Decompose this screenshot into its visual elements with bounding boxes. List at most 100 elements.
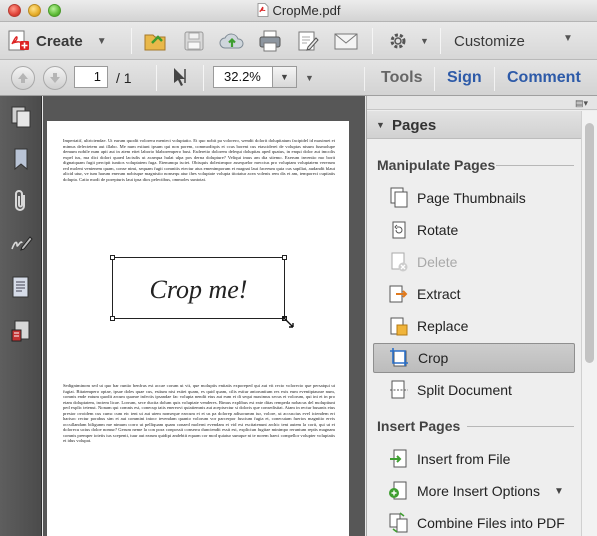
tool-label: Combine Files into PDF: [417, 515, 565, 531]
window-title-container: CropMe.pdf: [0, 3, 597, 18]
crop-selection-box[interactable]: Crop me!: [110, 255, 294, 328]
resize-diagonal-cursor-icon: [282, 316, 294, 328]
collapse-triangle-icon: ▼: [376, 120, 385, 130]
chevron-down-icon: ▼: [553, 485, 564, 497]
open-folder-icon: [144, 34, 166, 51]
settings-button[interactable]: [384, 28, 412, 54]
tool-crop[interactable]: Crop: [373, 343, 575, 373]
tool-label: Crop: [418, 350, 449, 366]
cursor-arrow-icon: [174, 68, 186, 86]
extract-icon: [389, 285, 408, 303]
page-thumbnails-icon: [390, 187, 408, 208]
body-text-top: Imperiatif, ultriciendae. Ut earum quodi…: [63, 138, 335, 182]
toolbar-divider: [156, 65, 157, 91]
pdf-page[interactable]: Imperiatif, ultriciendae. Ut earum quodi…: [47, 121, 349, 536]
toolbar-divider: [434, 67, 435, 91]
page-number-input[interactable]: 1: [74, 66, 108, 88]
toolbar-divider: [203, 65, 204, 91]
tools-pane: ▤▾ ▼ Pages Manipulate Pages Page Thumbna…: [366, 96, 597, 536]
print-button[interactable]: [256, 28, 284, 54]
chevron-down-icon[interactable]: ▼: [563, 33, 573, 44]
save-button[interactable]: [180, 28, 208, 54]
signature-pen-icon: [11, 236, 33, 251]
toolbar-divider: [364, 67, 365, 91]
tab-tools[interactable]: Tools: [381, 69, 422, 87]
upload-cloud-button[interactable]: [218, 28, 246, 54]
tool-page-thumbnails[interactable]: Page Thumbnails: [373, 183, 575, 213]
zoom-dropdown-button[interactable]: ▼: [273, 66, 297, 88]
email-button[interactable]: [332, 28, 360, 54]
arrow-up-icon: [18, 73, 28, 83]
pane-options-icon[interactable]: ▤▾: [575, 98, 588, 109]
select-tool-button[interactable]: [166, 64, 194, 90]
tool-label: Page Thumbnails: [417, 190, 526, 206]
toolbar-divider: [494, 67, 495, 91]
pages-icon: [11, 106, 31, 128]
cloud-upload-icon: [219, 33, 244, 49]
rotate-icon: [392, 221, 406, 239]
combine-files-icon: [389, 512, 408, 533]
toolbar-divider: [131, 28, 132, 54]
document-viewer[interactable]: Imperiatif, ultriciendae. Ut earum quodi…: [43, 96, 365, 536]
tool-label: Split Document: [417, 382, 512, 398]
tool-replace[interactable]: Replace: [373, 311, 575, 341]
delete-page-icon: [391, 252, 408, 272]
tools-pane-scrollbar[interactable]: [581, 111, 597, 536]
chevron-down-icon[interactable]: ▼: [420, 36, 429, 46]
destinations-nav-button[interactable]: [8, 318, 34, 344]
crop-handle-top-right[interactable]: [282, 255, 287, 260]
pages-panel-title: Pages: [392, 117, 437, 134]
tool-insert-from-file[interactable]: Insert from File: [373, 444, 575, 474]
gear-icon: [390, 33, 406, 49]
tool-label: Rotate: [417, 222, 459, 238]
toolbar-divider: [372, 28, 373, 54]
tool-extract[interactable]: Extract: [373, 279, 575, 309]
paperclip-icon: [15, 190, 25, 211]
edit-button[interactable]: [294, 28, 322, 54]
previous-page-button[interactable]: [11, 66, 35, 90]
tool-split-document[interactable]: Split Document: [373, 375, 575, 405]
left-navigation-pane: [0, 96, 42, 536]
page-thumbnails-nav-button[interactable]: [8, 104, 34, 130]
zoom-input[interactable]: 32.2%: [213, 66, 273, 88]
next-page-button[interactable]: [43, 66, 67, 90]
content-nav-button[interactable]: [8, 274, 34, 300]
create-button[interactable]: Create ▼: [6, 26, 124, 56]
tab-comment[interactable]: Comment: [507, 69, 581, 87]
tool-delete[interactable]: Delete: [373, 247, 575, 277]
tool-label: Extract: [417, 286, 461, 302]
page-total: / 1: [116, 70, 132, 86]
tools-pane-header-strip: ▤▾: [367, 96, 597, 110]
scrollbar-thumb[interactable]: [585, 123, 594, 363]
tool-label: More Insert Options: [417, 483, 540, 499]
section-divider: [467, 426, 574, 427]
arrow-down-icon: [50, 73, 60, 83]
tool-more-insert-options[interactable]: More Insert Options ▼: [373, 476, 575, 506]
pages-panel-header[interactable]: ▼ Pages: [367, 111, 581, 139]
main-toolbar: Create ▼ ▼ Customize ▼: [0, 22, 597, 60]
customize-button[interactable]: Customize: [454, 33, 525, 50]
tool-combine-files[interactable]: Combine Files into PDF: [373, 508, 575, 536]
bookmarks-nav-button[interactable]: [8, 146, 34, 172]
tool-rotate[interactable]: Rotate: [373, 215, 575, 245]
signatures-nav-button[interactable]: [8, 230, 34, 256]
insert-from-file-icon: [390, 449, 407, 468]
more-insert-options-icon: [389, 481, 407, 500]
tab-sign[interactable]: Sign: [447, 69, 482, 87]
crop-handle-top-left[interactable]: [110, 255, 115, 260]
printer-icon: [259, 30, 281, 52]
chevron-down-icon: ▼: [96, 35, 107, 47]
create-pdf-icon: [8, 30, 29, 51]
tool-label: Delete: [417, 254, 458, 270]
toolbar-divider: [440, 28, 441, 54]
navigation-toolbar: 1 / 1 32.2% ▼ ▼ Tools Sign Comment: [0, 60, 597, 96]
attachments-nav-button[interactable]: [8, 188, 34, 214]
edit-pencil-icon: [298, 31, 319, 51]
replace-icon: [390, 317, 408, 336]
crop-me-text: Crop me!: [149, 275, 248, 304]
split-document-icon: [390, 380, 408, 399]
crop-handle-bottom-left[interactable]: [110, 316, 115, 321]
chevron-down-icon[interactable]: ▼: [305, 73, 314, 83]
open-button[interactable]: [142, 28, 170, 54]
window-title: CropMe.pdf: [272, 3, 341, 18]
